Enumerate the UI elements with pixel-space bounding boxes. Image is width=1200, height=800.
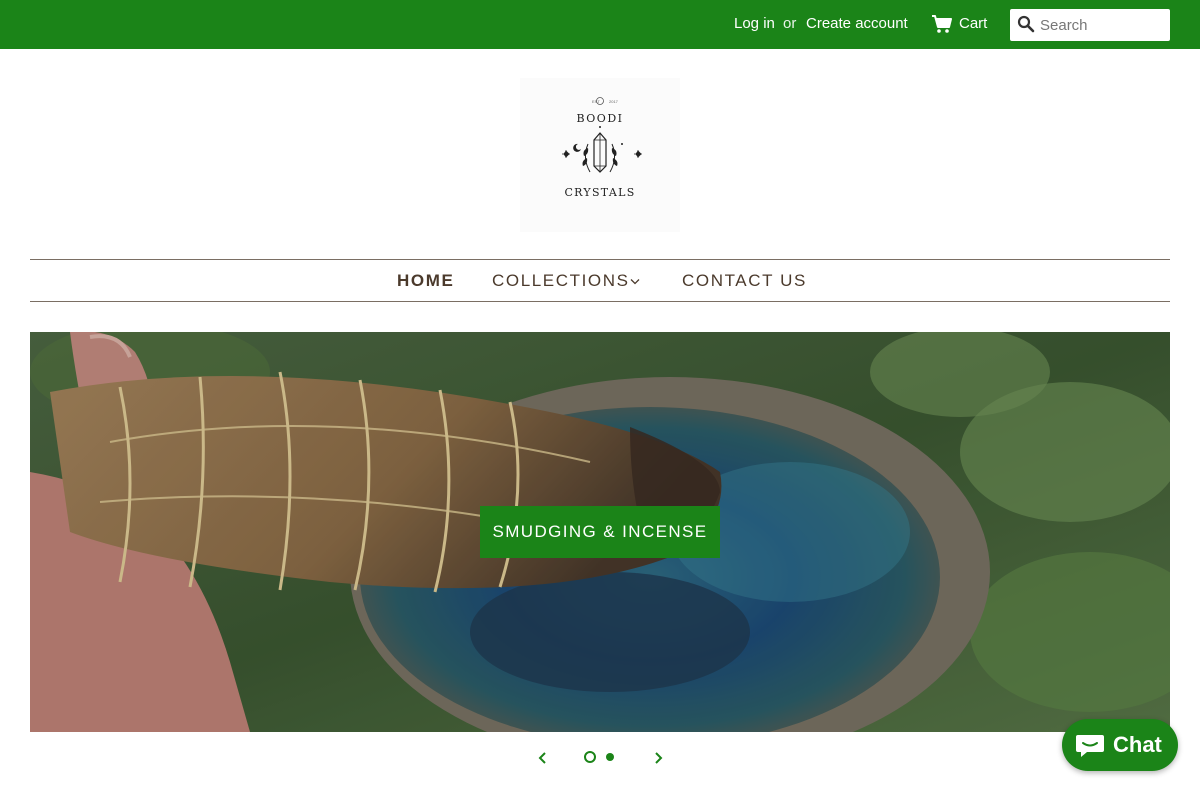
logo-text-crystals: CRYSTALS <box>564 186 635 199</box>
or-separator: or <box>783 15 797 32</box>
nav-item-contact-us[interactable]: CONTACT US <box>682 271 807 291</box>
chat-bubble-icon <box>1076 735 1104 757</box>
nav-item-collections[interactable]: COLLECTIONS <box>492 271 630 291</box>
chevron-right-icon[interactable] <box>650 750 666 766</box>
slide-dot-1[interactable] <box>584 751 596 763</box>
cart-icon[interactable] <box>931 14 953 34</box>
logo-text-boodi: BOODI <box>577 112 624 125</box>
top-bar: Log in or Create account Cart <box>0 0 1200 49</box>
store-logo[interactable]: EST 2017 BOODI CRYSTALS <box>520 78 680 232</box>
chevron-down-icon[interactable] <box>630 278 640 285</box>
chat-label: Chat <box>1113 732 1162 757</box>
search-icon[interactable] <box>1017 15 1035 33</box>
hero-cta-button[interactable]: SMUDGING & INCENSE <box>480 506 720 558</box>
chevron-left-icon[interactable] <box>535 750 551 766</box>
search-box[interactable] <box>1010 9 1170 41</box>
main-navigation: HOME COLLECTIONS CONTACT US <box>30 259 1170 302</box>
login-link[interactable]: Log in <box>734 15 775 33</box>
search-input[interactable] <box>1040 13 1164 37</box>
hero-slideshow: SMUDGING & INCENSE <box>30 332 1170 732</box>
nav-item-home[interactable]: HOME <box>397 271 454 291</box>
boodi-crystals-logo: EST 2017 BOODI CRYSTALS <box>562 97 642 199</box>
chat-button[interactable]: Chat <box>1062 719 1178 771</box>
logo-est-right: 2017 <box>609 99 619 104</box>
cart-link[interactable]: Cart <box>959 15 987 33</box>
create-account-link[interactable]: Create account <box>806 15 908 33</box>
slide-dot-2[interactable] <box>606 753 614 761</box>
